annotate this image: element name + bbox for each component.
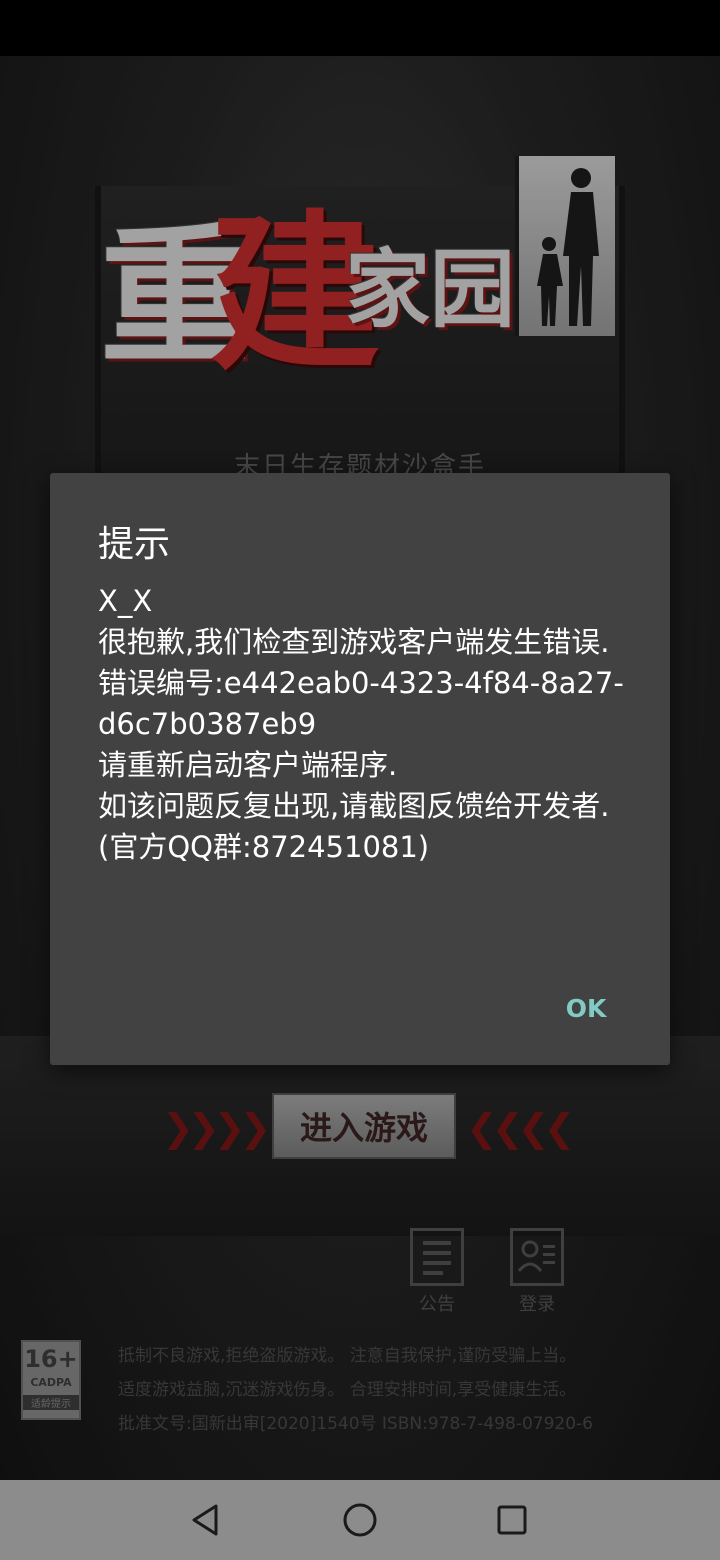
system-navigation-bar (0, 1480, 720, 1560)
error-dialog: 提示 X_X 很抱歉,我们检查到游戏客户端发生错误. 错误编号:e442eab0… (50, 473, 670, 1065)
ok-button[interactable]: OK (546, 979, 626, 1039)
recents-icon[interactable] (492, 1500, 532, 1540)
home-icon[interactable] (340, 1500, 380, 1540)
dialog-message-line: 请重新启动客户端程序. (98, 748, 398, 782)
dialog-title: 提示 (98, 524, 171, 565)
back-icon[interactable] (186, 1500, 226, 1540)
dialog-qq-group: (官方QQ群:872451081) (98, 830, 430, 864)
dialog-message-line: X_X (98, 584, 153, 618)
dialog-error-code: 错误编号:e442eab0-4323-4f84-8a27-d6c7b0387eb… (98, 666, 624, 741)
dialog-message: X_X 很抱歉,我们检查到游戏客户端发生错误. 错误编号:e442eab0-43… (98, 581, 626, 868)
dialog-message-line: 如该问题反复出现,请截图反馈给开发者. (98, 789, 610, 823)
status-bar (0, 0, 720, 56)
dialog-message-line: 很抱歉,我们检查到游戏客户端发生错误. (98, 625, 610, 659)
